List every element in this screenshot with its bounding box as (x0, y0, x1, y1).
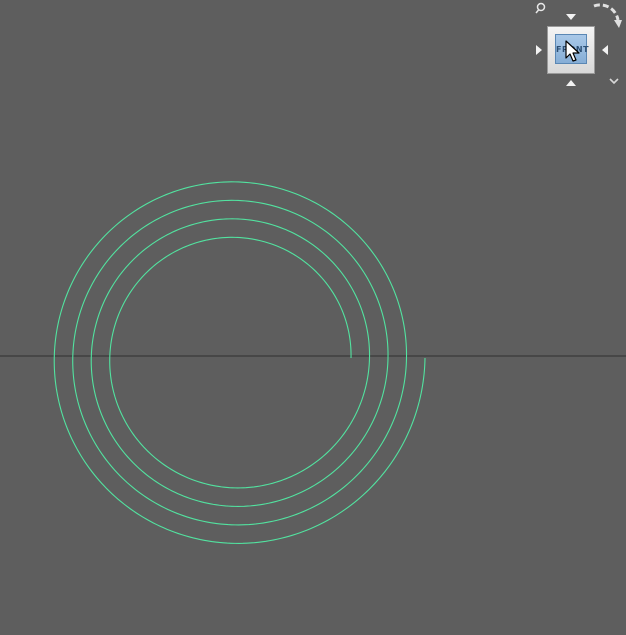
view-left-arrow[interactable] (536, 45, 542, 55)
view-down-arrow[interactable] (566, 80, 576, 86)
spiral-curve[interactable] (53, 181, 426, 544)
rotate-arrow-icon[interactable] (590, 0, 626, 36)
view-up-arrow[interactable] (566, 14, 576, 20)
view-cube[interactable]: FRONT (530, 0, 626, 96)
mouse-pointer-icon (565, 40, 580, 62)
3d-viewport[interactable]: FRONT (0, 0, 626, 635)
chevron-down-icon[interactable] (608, 76, 620, 86)
home-icon[interactable] (534, 1, 548, 15)
view-right-arrow[interactable] (602, 45, 608, 55)
